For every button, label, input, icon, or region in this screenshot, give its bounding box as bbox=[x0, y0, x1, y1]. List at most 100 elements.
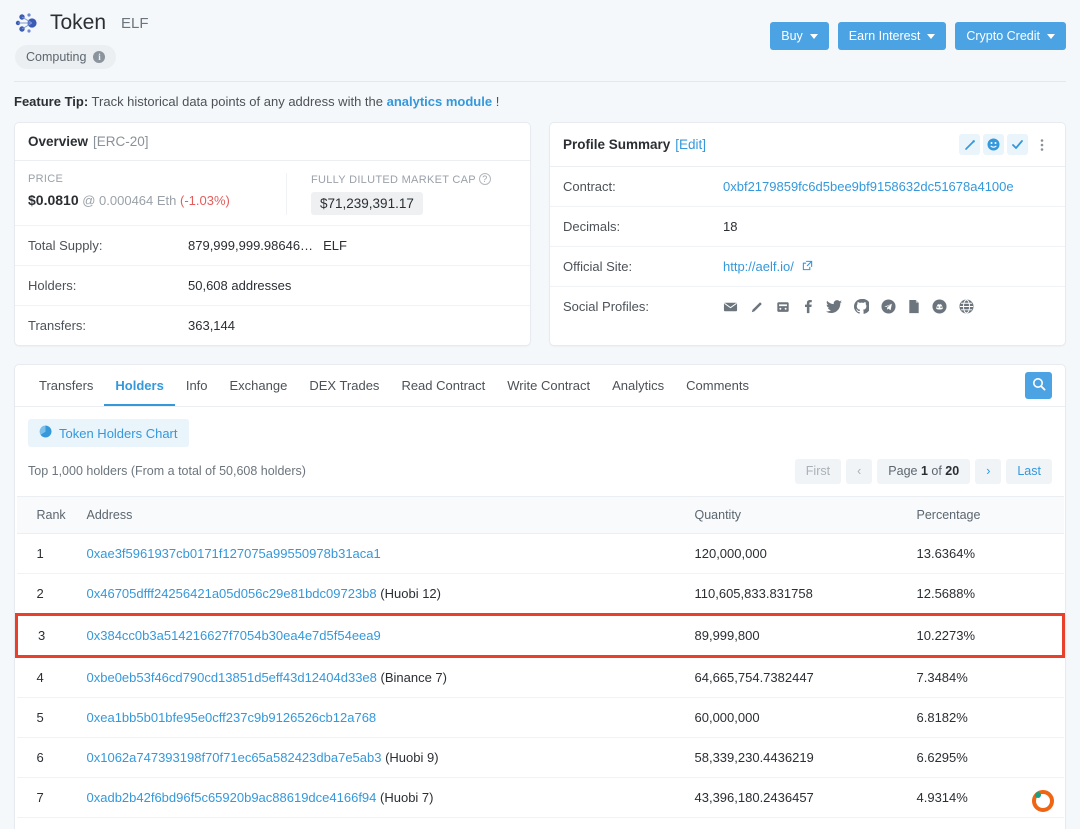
decimals-label: Decimals: bbox=[563, 219, 621, 234]
address-link[interactable]: 0x46705dfff24256421a05d056c29e81bdc09723… bbox=[87, 586, 377, 601]
header-left: Token ELF Computing i bbox=[14, 10, 770, 69]
buy-button[interactable]: Buy bbox=[770, 22, 829, 50]
cell-address: 0x384cc0b3a514216627f7054b30ea4e7d5f54ee… bbox=[78, 612, 687, 658]
email-icon[interactable] bbox=[723, 299, 738, 314]
cell-quantity: 64,665,754.7382447 bbox=[686, 656, 909, 698]
tab-write-contract[interactable]: Write Contract bbox=[496, 366, 601, 406]
total-supply-unit: ELF bbox=[323, 238, 347, 253]
tab-dex-trades[interactable]: DEX Trades bbox=[298, 366, 390, 406]
magic-wand-icon[interactable] bbox=[959, 134, 980, 155]
profile-summary-card: Profile Summary [Edit] Contract: 0xbf217… bbox=[549, 122, 1066, 346]
tab-comments[interactable]: Comments bbox=[675, 366, 760, 406]
pagination-last[interactable]: Last bbox=[1006, 459, 1052, 484]
table-row[interactable]: 5 0xea1bb5b01bfe95e0cff237c9b9126526cb12… bbox=[16, 697, 1064, 738]
contract-address-link[interactable]: 0xbf2179859fc6d5bee9bf9158632dc51678a410… bbox=[723, 179, 1014, 194]
total-supply-label: Total Supply: bbox=[28, 238, 103, 253]
cell-address: 0x46705dfff24256421a05d056c29e81bdc09723… bbox=[78, 573, 687, 615]
loading-spinner bbox=[1032, 790, 1054, 812]
address-link[interactable]: 0xbe0eb53f46cd790cd13851d5eff43d12404d33… bbox=[87, 670, 377, 685]
whitepaper-icon[interactable] bbox=[908, 299, 920, 314]
column-address: Address bbox=[78, 495, 687, 534]
address-link[interactable]: 0xadb2b42f6bd96f5c65920b9ac88619dce4166f… bbox=[87, 790, 377, 805]
chevron-right-icon[interactable]: › bbox=[975, 459, 1002, 484]
tab-info[interactable]: Info bbox=[175, 366, 219, 406]
tab-holders[interactable]: Holders bbox=[104, 366, 175, 406]
table-row[interactable]: 2 0x46705dfff24256421a05d056c29e81bdc097… bbox=[16, 573, 1064, 615]
more-vertical-icon[interactable] bbox=[1031, 134, 1052, 155]
chevron-left-icon[interactable]: ‹ bbox=[846, 459, 873, 484]
twitter-icon[interactable] bbox=[826, 299, 842, 314]
github-icon[interactable] bbox=[854, 299, 869, 314]
social-profiles-row: Social Profiles: bbox=[550, 287, 1065, 326]
market-cap-column: FULLY DILUTED MARKET CAP? $71,239,391.17 bbox=[286, 173, 491, 215]
chevron-down-icon bbox=[927, 33, 936, 39]
tab-bar: Transfers Holders Info Exchange DEX Trad… bbox=[15, 365, 1065, 407]
holders-table-body: 1 0xae3f5961937cb0171f127075a99550978b31… bbox=[15, 533, 1065, 829]
header-actions: Buy Earn Interest Crypto Credit bbox=[770, 10, 1066, 50]
analytics-module-link[interactable]: analytics module bbox=[387, 94, 492, 109]
tab-exchange[interactable]: Exchange bbox=[219, 366, 299, 406]
pagination-first[interactable]: First bbox=[794, 459, 842, 484]
price-row: PRICE $0.0810 @ 0.000464 Eth (-1.03%) FU… bbox=[15, 161, 530, 226]
checkmark-icon[interactable] bbox=[1007, 134, 1028, 155]
address-link[interactable]: 0x1062a747393198f70f71ec65a582423dba7e5a… bbox=[87, 750, 382, 765]
overview-card: Overview [ERC-20] PRICE $0.0810 @ 0.0004… bbox=[14, 122, 531, 346]
tab-read-contract[interactable]: Read Contract bbox=[390, 366, 496, 406]
cell-address: 0xae3f5961937cb0171f127075a99550978b31ac… bbox=[78, 533, 687, 574]
tab-analytics[interactable]: Analytics bbox=[601, 366, 675, 406]
table-row[interactable]: 4 0xbe0eb53f46cd790cd13851d5eff43d12404d… bbox=[16, 656, 1064, 698]
holders-table-head: Rank Address Quantity Percentage bbox=[16, 495, 1064, 534]
official-site-link[interactable]: http://aelf.io/ bbox=[723, 259, 794, 274]
social-profiles-label: Social Profiles: bbox=[563, 299, 649, 314]
external-link-icon[interactable] bbox=[802, 259, 813, 274]
holders-panel: Transfers Holders Info Exchange DEX Trad… bbox=[14, 364, 1066, 829]
contract-row: Contract: 0xbf2179859fc6d5bee9bf9158632d… bbox=[550, 167, 1065, 207]
holders-meta-text: Top 1,000 holders (From a total of 50,60… bbox=[28, 464, 306, 479]
social-profiles-icons bbox=[723, 299, 974, 314]
decimals-row: Decimals: 18 bbox=[550, 207, 1065, 247]
table-row[interactable]: 8 0xffe79ac093e5aafd35b5e118c58dbcee0625… bbox=[16, 817, 1064, 829]
info-icon[interactable]: i bbox=[93, 51, 106, 63]
table-row-highlighted[interactable]: 3 0x384cc0b3a514216627f7054b30ea4e7d5f54… bbox=[15, 612, 1065, 658]
address-link[interactable]: 0xea1bb5b01bfe95e0cff237c9b9126526cb12a7… bbox=[87, 710, 377, 725]
column-percentage: Percentage bbox=[908, 495, 1064, 534]
cell-rank: 1 bbox=[16, 533, 79, 574]
discord-icon[interactable] bbox=[932, 299, 947, 314]
globe-icon[interactable] bbox=[959, 299, 974, 314]
page-mid: of bbox=[927, 464, 946, 478]
feature-tip-text: Track historical data points of any addr… bbox=[88, 94, 387, 109]
badge-row: Computing i bbox=[15, 45, 770, 69]
question-circle-icon[interactable]: ? bbox=[478, 173, 491, 185]
cell-percentage: 4.5455% bbox=[908, 817, 1064, 829]
summary-cards: Overview [ERC-20] PRICE $0.0810 @ 0.0004… bbox=[14, 122, 1066, 346]
pencil-icon[interactable] bbox=[750, 300, 764, 314]
cell-quantity: 89,999,800 bbox=[686, 612, 909, 658]
smiley-face-icon[interactable] bbox=[983, 134, 1004, 155]
feature-tip: Feature Tip: Track historical data point… bbox=[14, 82, 1066, 122]
address-tag: (Binance 7) bbox=[380, 669, 447, 685]
table-row[interactable]: 7 0xadb2b42f6bd96f5c65920b9ac88619dce416… bbox=[16, 777, 1064, 818]
search-button[interactable] bbox=[1025, 372, 1052, 399]
price-line: $0.0810 @ 0.000464 Eth (-1.03%) bbox=[28, 192, 272, 208]
cell-address: 0xbe0eb53f46cd790cd13851d5eff43d12404d33… bbox=[78, 656, 687, 698]
address-link[interactable]: 0xae3f5961937cb0171f127075a99550978b31ac… bbox=[87, 546, 381, 561]
cell-percentage: 12.5688% bbox=[908, 573, 1064, 615]
status-badge-label: Computing bbox=[26, 50, 87, 64]
cell-rank: 2 bbox=[16, 573, 79, 615]
official-site-label: Official Site: bbox=[563, 259, 633, 274]
table-row[interactable]: 6 0x1062a747393198f70f71ec65a582423dba7e… bbox=[16, 737, 1064, 778]
facebook-icon[interactable] bbox=[802, 299, 814, 314]
status-badge[interactable]: Computing i bbox=[15, 45, 117, 69]
token-holders-chart-button[interactable]: Token Holders Chart bbox=[28, 419, 189, 447]
address-link[interactable]: 0x384cc0b3a514216627f7054b30ea4e7d5f54ee… bbox=[87, 628, 381, 643]
address-tag: (Huobi 7) bbox=[380, 789, 434, 805]
crypto-credit-button[interactable]: Crypto Credit bbox=[955, 22, 1066, 50]
tab-transfers[interactable]: Transfers bbox=[28, 366, 104, 406]
reddit-icon[interactable] bbox=[776, 300, 790, 314]
chevron-down-icon bbox=[809, 33, 818, 39]
telegram-icon[interactable] bbox=[881, 299, 896, 314]
earn-interest-button[interactable]: Earn Interest bbox=[837, 22, 947, 50]
profile-edit-link[interactable]: [Edit] bbox=[675, 137, 706, 152]
transfers-value: 363,144 bbox=[188, 318, 235, 333]
table-row[interactable]: 1 0xae3f5961937cb0171f127075a99550978b31… bbox=[16, 533, 1064, 574]
